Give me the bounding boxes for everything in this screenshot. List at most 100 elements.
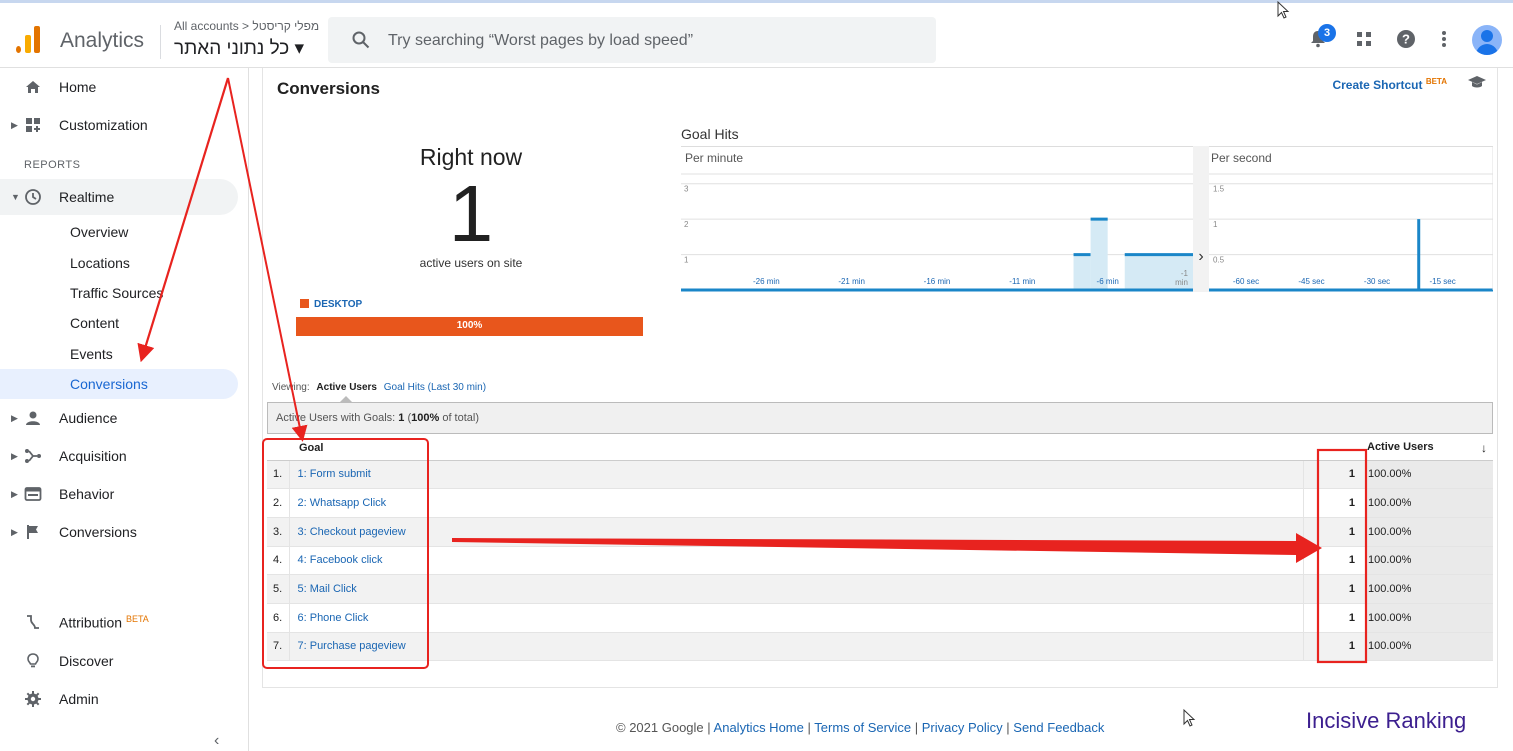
goal-link[interactable]: 3: Checkout pageview: [289, 517, 1303, 547]
sidebar-subitem-conversions[interactable]: Conversions: [0, 369, 238, 399]
analytics-logo-icon[interactable]: [14, 23, 44, 53]
sidebar-item-home[interactable]: Home: [0, 69, 238, 105]
x-tick-label: -60 sec: [1233, 277, 1259, 286]
table-row: 7. 7: Purchase pageview 1 100.00%: [267, 632, 1493, 662]
table-row: 2. 2: Whatsapp Click 1 100.00%: [267, 488, 1493, 518]
goal-link[interactable]: 5: Mail Click: [289, 574, 1303, 604]
sidebar-item-admin[interactable]: Admin: [0, 681, 238, 717]
sidebar-item-label: Discover: [59, 653, 114, 669]
goal-active-users: 1: [1302, 546, 1365, 576]
goal-column-header[interactable]: Goal: [267, 437, 1303, 461]
goal-active-users: 1: [1302, 603, 1365, 633]
viewing-active-users[interactable]: Active Users: [316, 382, 377, 393]
x-tick-label: -15 sec: [1429, 277, 1455, 286]
apps-grid-icon[interactable]: [1352, 27, 1376, 51]
sidebar-item-attribution[interactable]: Attribution BETA: [0, 604, 238, 640]
beta-badge: BETA: [1425, 77, 1447, 86]
clock-icon: [25, 189, 41, 205]
device-share-bar: 100%: [296, 317, 643, 336]
sidebar-item-label: Conversions: [59, 524, 137, 540]
row-index: 1.: [267, 460, 290, 490]
customization-icon: [26, 118, 40, 132]
expand-arrow-icon: ▶: [11, 527, 18, 537]
sidebar-item-audience[interactable]: ▶ Audience: [0, 400, 238, 436]
sidebar-item-discover[interactable]: Discover: [0, 643, 238, 679]
sidebar-item-label: Acquisition: [59, 448, 127, 464]
sidebar-item-acquisition[interactable]: ▶ Acquisition: [0, 438, 238, 474]
sidebar-subitem-content[interactable]: Content: [0, 308, 238, 338]
more-options-icon[interactable]: [1432, 27, 1456, 51]
sidebar-subitem-overview[interactable]: Overview: [0, 217, 238, 247]
viewing-label: Viewing:: [272, 382, 310, 393]
sidebar-item-label: Behavior: [59, 486, 115, 502]
goal-link[interactable]: 1: Form submit: [289, 460, 1303, 490]
goal-active-users: 1: [1302, 517, 1365, 547]
table-row: 6. 6: Phone Click 1 100.00%: [267, 603, 1493, 633]
account-breadcrumb[interactable]: All accounts > מפלי קריסטל: [174, 19, 319, 33]
sidebar-subitem-events[interactable]: Events: [0, 339, 238, 369]
x-tick-label: -11 min: [1009, 277, 1035, 286]
goal-percent: 100.00%: [1365, 460, 1493, 490]
summary-percent: 100%: [411, 412, 440, 424]
row-index: 7.: [267, 632, 290, 662]
sidebar-item-conversions[interactable]: ▶ Conversions: [0, 514, 238, 550]
sidebar-nav: Home ▶ Customization REPORTS ▼ Realtime …: [0, 68, 248, 751]
y-tick-label: 1.5: [1213, 185, 1225, 194]
y-tick-label: 3: [684, 185, 689, 194]
chart-toggle-arrow-icon: ›: [1198, 248, 1203, 265]
sidebar-subitem-locations[interactable]: Locations: [0, 248, 238, 278]
svg-text:?: ?: [1402, 32, 1410, 47]
goal-link[interactable]: 2: Whatsapp Click: [289, 488, 1303, 518]
sidebar-item-behavior[interactable]: ▶ Behavior: [0, 476, 238, 512]
help-icon[interactable]: ?: [1394, 27, 1418, 51]
terms-link[interactable]: Terms of Service: [814, 720, 911, 735]
y-tick-label: 0.5: [1213, 256, 1225, 265]
goal-active-users: 1: [1302, 574, 1365, 604]
row-index: 3.: [267, 517, 290, 547]
goal-link[interactable]: 4: Facebook click: [289, 546, 1303, 576]
collapse-sidebar-button[interactable]: ‹: [214, 732, 219, 750]
send-feedback-link[interactable]: Send Feedback: [1013, 720, 1104, 735]
account-avatar[interactable]: [1472, 25, 1502, 55]
search-bar[interactable]: Try searching “Worst pages by load speed…: [328, 17, 936, 63]
analytics-home-link[interactable]: Analytics Home: [714, 720, 804, 735]
person-icon: [26, 411, 40, 425]
table-row: 1. 1: Form submit 1 100.00%: [267, 460, 1493, 490]
sidebar-item-customization[interactable]: ▶ Customization: [0, 107, 238, 143]
page-title: Conversions: [277, 79, 380, 98]
sort-descending-icon[interactable]: ↓: [1481, 441, 1487, 455]
table-row: 3. 3: Checkout pageview 1 100.00%: [267, 517, 1493, 547]
table-header-row: Goal Active Users ↓: [267, 437, 1493, 461]
lightbulb-icon: [27, 653, 39, 668]
summary-label: Active Users with Goals:: [276, 412, 396, 424]
goal-link[interactable]: 7: Purchase pageview: [289, 632, 1303, 662]
goal-hits-bar: [1073, 254, 1091, 290]
x-tick-label: -16 min: [924, 277, 951, 286]
create-shortcut-text: Create Shortcut: [1332, 78, 1423, 92]
sidebar-item-label: Attribution BETA: [59, 614, 149, 631]
active-users-column-header[interactable]: Active Users ↓: [1365, 437, 1493, 461]
active-users-count: 1: [448, 169, 494, 258]
x-tick-label: -26 min: [753, 277, 780, 286]
reports-section-label: REPORTS: [24, 159, 81, 171]
collapse-arrow-icon: ▼: [11, 192, 20, 202]
property-selector[interactable]: כל נתוני האתר ▾: [174, 37, 304, 60]
viewing-goal-hits-link[interactable]: Goal Hits (Last 30 min): [384, 382, 486, 393]
sidebar-subitem-label: Overview: [70, 224, 129, 240]
y-tick-label: 2: [684, 220, 689, 229]
sidebar-border: [248, 68, 249, 751]
graduation-cap-icon[interactable]: [1467, 74, 1487, 90]
device-share-label: 100%: [456, 320, 483, 331]
privacy-link[interactable]: Privacy Policy: [922, 720, 1003, 735]
row-index: 2.: [267, 488, 290, 518]
footer: © 2021 Google | Analytics Home | Terms o…: [616, 720, 1104, 735]
goal-percent: 100.00%: [1365, 517, 1493, 547]
goal-link[interactable]: 6: Phone Click: [289, 603, 1303, 633]
notification-count-badge: 3: [1318, 24, 1336, 42]
device-legend: DESKTOP: [300, 299, 362, 310]
goals-summary: Active Users with Goals: 1 (100% of tota…: [267, 402, 1493, 434]
sidebar-subitem-traffic-sources[interactable]: Traffic Sources: [0, 278, 238, 308]
sidebar-item-realtime[interactable]: ▼ Realtime: [0, 179, 238, 215]
create-shortcut-link[interactable]: Create Shortcut BETA: [1332, 77, 1447, 92]
gear-icon: [25, 691, 41, 707]
